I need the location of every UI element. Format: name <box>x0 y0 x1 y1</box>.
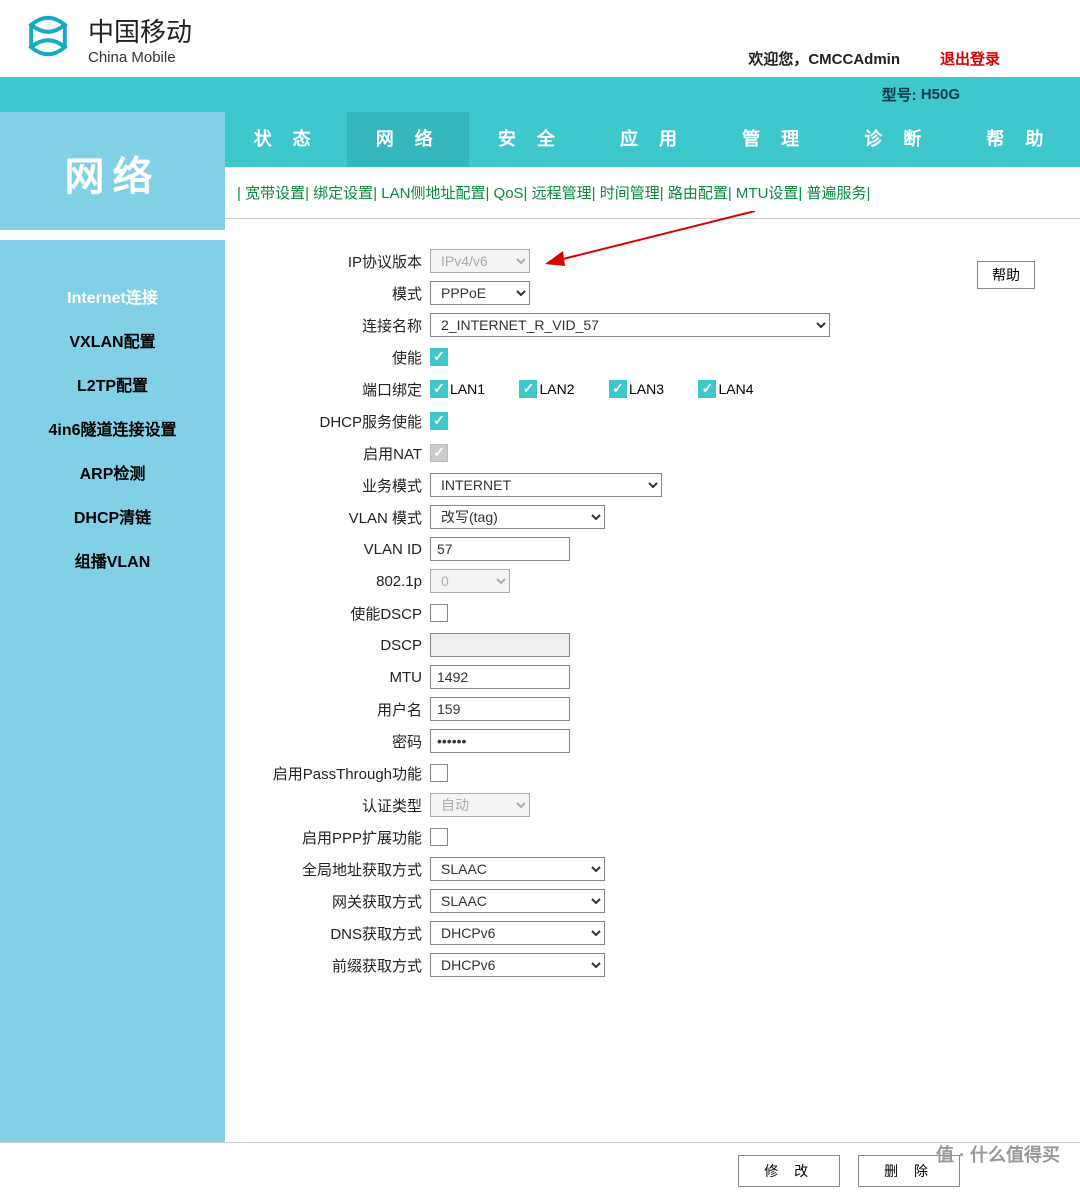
sidebar-item-internet[interactable]: Internet连接 <box>0 274 225 318</box>
subnav-universal[interactable]: 普遍服务 <box>806 185 866 202</box>
lbl-auth-type: 认证类型 <box>245 795 430 816</box>
subnav-time[interactable]: 时间管理 <box>600 185 660 202</box>
select-mode[interactable]: PPPoE <box>430 281 530 305</box>
checkbox-lan3[interactable] <box>609 380 627 398</box>
input-dscp[interactable] <box>430 633 570 657</box>
lbl-ppp-ext: 启用PPP扩展功能 <box>245 827 430 848</box>
select-vlan-mode[interactable]: 改写(tag) <box>430 505 605 529</box>
checkbox-lan2[interactable] <box>519 380 537 398</box>
help-button[interactable]: 帮助 <box>977 261 1035 289</box>
delete-button[interactable]: 删 除 <box>858 1155 960 1187</box>
tab-manage[interactable]: 管 理 <box>714 112 836 167</box>
sidebar: 网络 Internet连接 VXLAN配置 L2TP配置 4in6隧道连接设置 … <box>0 112 225 1142</box>
lan3-label: LAN3 <box>629 381 664 397</box>
logo-text-cn: 中国移动 <box>88 12 192 49</box>
select-global-addr[interactable]: SLAAC <box>430 857 605 881</box>
welcome-text: 欢迎您，CMCCAdmin <box>748 48 900 69</box>
lbl-dscp: DSCP <box>245 637 430 654</box>
top-nav: 状 态 网 络 安 全 应 用 管 理 诊 断 帮 助 <box>225 112 1080 167</box>
sidebar-item-l2tp[interactable]: L2TP配置 <box>0 362 225 406</box>
lbl-passthrough: 启用PassThrough功能 <box>245 763 430 784</box>
tab-status[interactable]: 状 态 <box>225 112 347 167</box>
sidebar-title: 网络 <box>0 112 225 240</box>
logo-text-en: China Mobile <box>88 49 192 66</box>
lbl-conn-name: 连接名称 <box>245 315 430 336</box>
model-value: H50G <box>921 86 960 103</box>
subnav-route[interactable]: 路由配置 <box>668 185 728 202</box>
checkbox-dscp-en[interactable] <box>430 604 448 622</box>
form-area: 帮助 IP协议版本IPv4/v6 模式PPPoE 连接名称2_INTERNET_… <box>225 219 1080 1005</box>
modify-button[interactable]: 修 改 <box>738 1155 840 1187</box>
tab-diagnose[interactable]: 诊 断 <box>836 112 958 167</box>
checkbox-nat <box>430 444 448 462</box>
sidebar-item-4in6[interactable]: 4in6隧道连接设置 <box>0 406 225 450</box>
select-ip-proto[interactable]: IPv4/v6 <box>430 249 530 273</box>
sidebar-item-arp[interactable]: ARP检测 <box>0 450 225 494</box>
select-gw[interactable]: SLAAC <box>430 889 605 913</box>
lan4-label: LAN4 <box>718 381 753 397</box>
subnav-lan[interactable]: LAN侧地址配置 <box>381 185 485 202</box>
sidebar-item-dhcp[interactable]: DHCP清链 <box>0 494 225 538</box>
sub-nav: | 宽带设置| 绑定设置| LAN侧地址配置| QoS| 远程管理| 时间管理|… <box>225 167 1080 219</box>
sidebar-item-multicast[interactable]: 组播VLAN <box>0 538 225 582</box>
checkbox-enable[interactable] <box>430 348 448 366</box>
lbl-dot1p: 802.1p <box>245 573 430 590</box>
input-mtu[interactable] <box>430 665 570 689</box>
model-bar: 型号: H50G <box>0 77 1080 112</box>
checkbox-passthrough[interactable] <box>430 764 448 782</box>
china-mobile-logo-icon <box>20 8 76 69</box>
select-biz-mode[interactable]: INTERNET <box>430 473 662 497</box>
lbl-prefix: 前缀获取方式 <box>245 955 430 976</box>
lbl-ip-proto: IP协议版本 <box>245 251 430 272</box>
tab-security[interactable]: 安 全 <box>469 112 591 167</box>
lbl-global-addr: 全局地址获取方式 <box>245 859 430 880</box>
select-auth-type[interactable]: 自动 <box>430 793 530 817</box>
lbl-mtu: MTU <box>245 669 430 686</box>
select-prefix[interactable]: DHCPv6 <box>430 953 605 977</box>
lbl-dscp-en: 使能DSCP <box>245 603 430 624</box>
select-conn-name[interactable]: 2_INTERNET_R_VID_57 <box>430 313 830 337</box>
logo-area: 中国移动 China Mobile <box>20 8 192 69</box>
lbl-pass: 密码 <box>245 731 430 752</box>
lbl-user: 用户名 <box>245 699 430 720</box>
tab-network[interactable]: 网 络 <box>347 112 469 167</box>
input-username[interactable] <box>430 697 570 721</box>
lbl-vlan-mode: VLAN 模式 <box>245 507 430 528</box>
lbl-mode: 模式 <box>245 283 430 304</box>
checkbox-lan1[interactable] <box>430 380 448 398</box>
select-dot1p[interactable]: 0 <box>430 569 510 593</box>
lbl-dhcp-srv: DHCP服务使能 <box>245 411 430 432</box>
lan1-label: LAN1 <box>450 381 485 397</box>
checkbox-dhcp-srv[interactable] <box>430 412 448 430</box>
model-label: 型号: <box>882 84 917 105</box>
logout-link[interactable]: 退出登录 <box>940 48 1000 69</box>
checkbox-ppp-ext[interactable] <box>430 828 448 846</box>
lbl-gw: 网关获取方式 <box>245 891 430 912</box>
sidebar-item-vxlan[interactable]: VXLAN配置 <box>0 318 225 362</box>
lbl-nat: 启用NAT <box>245 443 430 464</box>
footer-bar: 修 改 删 除 <box>0 1142 1080 1199</box>
subnav-binding[interactable]: 绑定设置 <box>313 185 373 202</box>
select-dns[interactable]: DHCPv6 <box>430 921 605 945</box>
input-vlan-id[interactable] <box>430 537 570 561</box>
lbl-vlan-id: VLAN ID <box>245 541 430 558</box>
tab-apps[interactable]: 应 用 <box>591 112 713 167</box>
subnav-qos[interactable]: QoS <box>494 185 524 202</box>
subnav-mtu[interactable]: MTU设置 <box>736 185 799 202</box>
lbl-dns: DNS获取方式 <box>245 923 430 944</box>
subnav-remote[interactable]: 远程管理 <box>532 185 592 202</box>
checkbox-lan4[interactable] <box>698 380 716 398</box>
input-password[interactable] <box>430 729 570 753</box>
lan2-label: LAN2 <box>539 381 574 397</box>
tab-help[interactable]: 帮 助 <box>958 112 1080 167</box>
lbl-port-bind: 端口绑定 <box>245 379 430 400</box>
subnav-broadband[interactable]: 宽带设置 <box>245 185 305 202</box>
lbl-biz-mode: 业务模式 <box>245 475 430 496</box>
lbl-enable: 使能 <box>245 347 430 368</box>
